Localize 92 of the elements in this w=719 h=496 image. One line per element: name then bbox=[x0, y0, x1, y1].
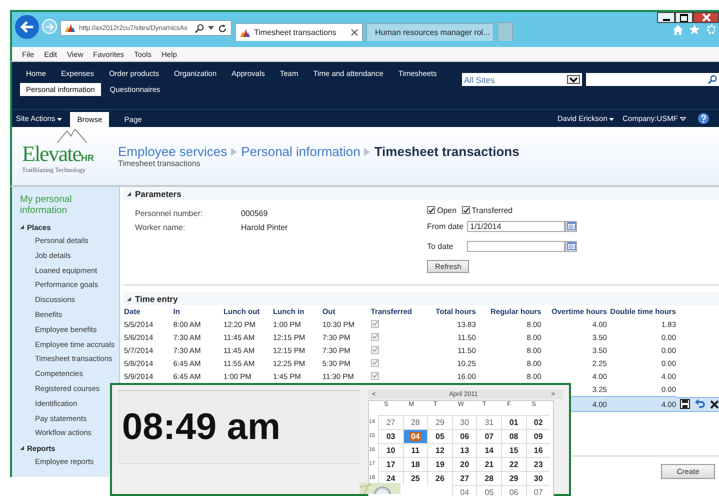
calendar-day[interactable]: 29 bbox=[509, 474, 518, 483]
help-icon[interactable] bbox=[698, 113, 709, 124]
browser-tab[interactable]: Timesheet transactions bbox=[235, 23, 363, 41]
caret-icon bbox=[680, 117, 686, 121]
calendar-day[interactable]: 19 bbox=[436, 460, 444, 469]
checkbox-label: Transferred bbox=[472, 206, 513, 214]
dropdown-icon[interactable] bbox=[567, 75, 580, 84]
field-label: From date bbox=[427, 222, 464, 230]
back-button[interactable] bbox=[15, 15, 39, 39]
calendar-day[interactable]: 07 bbox=[534, 488, 543, 496]
calendar-day[interactable]: 20 bbox=[460, 460, 470, 469]
calendar-day[interactable]: 18 bbox=[410, 460, 420, 469]
checkbox[interactable] bbox=[427, 206, 435, 214]
arrow-left-icon bbox=[20, 20, 34, 34]
page-subtitle: Timesheet transactions bbox=[118, 159, 202, 168]
clock-time: 08:49 am bbox=[122, 406, 280, 448]
calendar-day[interactable]: 05 bbox=[436, 432, 444, 441]
breadcrumb-link[interactable]: Personal information bbox=[241, 144, 360, 159]
calendar-day[interactable]: 28 bbox=[410, 418, 420, 427]
collapse-icon[interactable] bbox=[127, 296, 131, 300]
dropdown-icon[interactable] bbox=[208, 26, 214, 30]
calendar-day[interactable]: 05 bbox=[484, 488, 494, 496]
calendar-day[interactable]: 01 bbox=[509, 418, 518, 427]
field-value: Harold Pinter bbox=[241, 222, 288, 232]
minimize-button[interactable] bbox=[657, 12, 675, 23]
calendar-icon[interactable] bbox=[565, 220, 577, 232]
chart-logo-icon bbox=[65, 24, 75, 32]
calendar-day[interactable]: 11 bbox=[411, 446, 420, 455]
field-value: 000569 bbox=[241, 208, 268, 218]
field-label: To date bbox=[427, 242, 454, 250]
calendar-day[interactable]: 30 bbox=[460, 418, 470, 427]
close-icon[interactable] bbox=[710, 400, 719, 408]
calendar-day[interactable]: 29 bbox=[436, 418, 444, 427]
calendar-day[interactable]: 24 bbox=[386, 474, 396, 483]
collapse-icon[interactable] bbox=[127, 192, 131, 196]
calendar-day[interactable]: 21 bbox=[484, 460, 494, 469]
calendar-day[interactable]: 03 bbox=[386, 432, 396, 441]
breadcrumb-link[interactable]: Employee services bbox=[118, 144, 228, 159]
section-title: Time entry bbox=[135, 294, 178, 304]
calendar-day[interactable]: 15 bbox=[509, 446, 518, 455]
calendar-day[interactable]: 25 bbox=[410, 474, 420, 483]
star-icon[interactable] bbox=[689, 24, 700, 35]
close-icon bbox=[702, 13, 710, 22]
caret-icon bbox=[57, 118, 62, 121]
search-scope-dropdown[interactable]: All Sites bbox=[462, 73, 582, 86]
calendar-day[interactable]: 02 bbox=[534, 418, 543, 427]
calendar-day[interactable]: 04 bbox=[410, 432, 421, 441]
maximize-button[interactable] bbox=[675, 12, 693, 23]
search-field[interactable] bbox=[586, 73, 719, 86]
section-title: Parameters bbox=[135, 188, 182, 198]
field-label: Personnel number: bbox=[135, 208, 204, 218]
calendar-day[interactable]: 30 bbox=[534, 474, 543, 483]
close-icon[interactable] bbox=[351, 29, 358, 36]
calendar-day[interactable]: 31 bbox=[484, 418, 494, 427]
chart-logo-icon bbox=[240, 28, 250, 36]
calendar-day[interactable]: 13 bbox=[460, 446, 470, 455]
expand-icon[interactable] bbox=[20, 225, 24, 229]
calendar-day[interactable]: 14 bbox=[484, 446, 494, 455]
checkbox-label: Open bbox=[437, 206, 457, 214]
calendar-day[interactable]: 17 bbox=[386, 460, 396, 469]
search-icon[interactable] bbox=[195, 24, 204, 32]
calendar-day[interactable]: 10 bbox=[386, 446, 396, 455]
calendar-day[interactable]: 16 bbox=[534, 446, 543, 455]
calendar-day[interactable]: 07 bbox=[484, 432, 494, 441]
calendar-day[interactable]: 04 bbox=[460, 488, 470, 496]
save-icon[interactable] bbox=[680, 399, 690, 409]
date-field[interactable] bbox=[467, 240, 565, 252]
expand-icon[interactable] bbox=[20, 446, 24, 450]
calendar-day[interactable]: 22 bbox=[509, 460, 518, 469]
field-label: Worker name: bbox=[135, 222, 186, 232]
calendar-day[interactable]: 08 bbox=[509, 432, 518, 441]
caret-icon bbox=[609, 118, 614, 121]
search-icon[interactable] bbox=[708, 75, 717, 84]
calendar-day[interactable]: 23 bbox=[534, 460, 543, 469]
date-field[interactable]: 1/1/2014 bbox=[467, 220, 565, 232]
checkbox[interactable] bbox=[462, 206, 470, 214]
calendar-day[interactable]: 09 bbox=[534, 432, 543, 441]
calendar-day[interactable]: 26 bbox=[436, 474, 444, 483]
calendar-day[interactable]: 06 bbox=[460, 432, 470, 441]
calendar-day[interactable]: 27 bbox=[460, 474, 470, 483]
arrow-right-icon bbox=[46, 22, 54, 30]
calendar-icon[interactable] bbox=[565, 240, 577, 252]
undo-icon[interactable] bbox=[695, 399, 705, 409]
close-button[interactable] bbox=[693, 12, 719, 23]
breadcrumb-separator-icon bbox=[364, 148, 370, 156]
calendar-day[interactable]: 27 bbox=[386, 418, 396, 427]
breadcrumb-separator-icon bbox=[231, 148, 238, 156]
calendar-day[interactable]: 28 bbox=[484, 474, 494, 483]
calendar-day[interactable]: 06 bbox=[509, 488, 518, 496]
refresh-icon[interactable] bbox=[218, 24, 227, 32]
browser-tab[interactable]: Human resources manager rol... bbox=[366, 23, 494, 41]
calendar-day[interactable]: 12 bbox=[436, 446, 444, 455]
